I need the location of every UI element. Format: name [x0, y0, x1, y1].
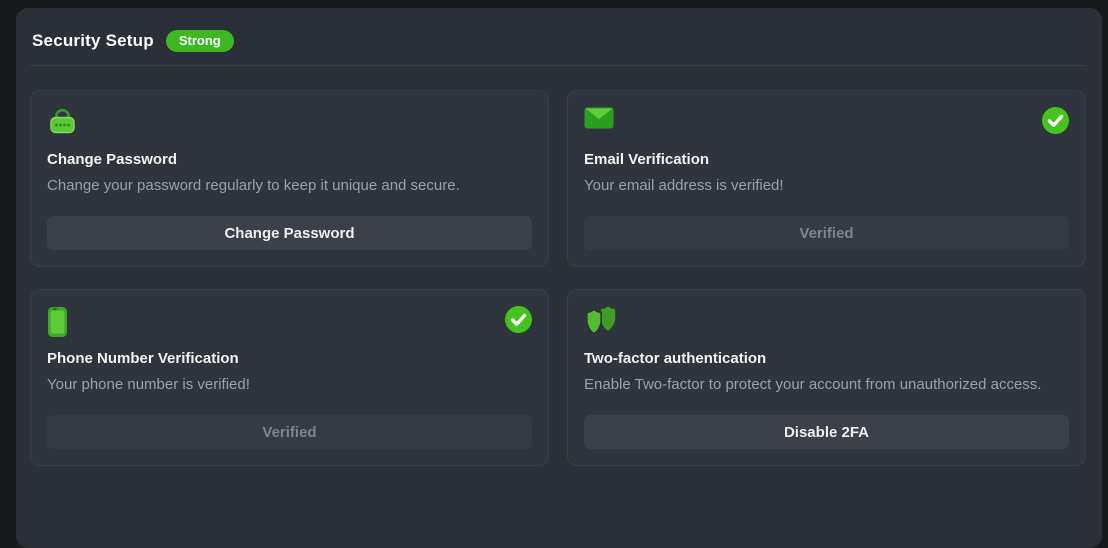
security-setup-panel: Security Setup Strong Change Passwor	[16, 8, 1102, 548]
shield-icon	[584, 306, 618, 336]
card-title: Two-factor authentication	[584, 350, 1069, 367]
card-description: Your email address is verified!	[584, 177, 1069, 194]
card-change-password: Change Password Change your password reg…	[30, 90, 549, 267]
card-title: Email Verification	[584, 151, 1069, 168]
security-cards-grid: Change Password Change your password reg…	[30, 90, 1086, 466]
card-description: Enable Two-factor to protect your accoun…	[584, 376, 1069, 393]
page-title: Security Setup	[32, 31, 154, 51]
lock-icon	[47, 107, 78, 135]
email-verified-button: Verified	[584, 216, 1069, 250]
card-description: Change your password regularly to keep i…	[47, 177, 532, 194]
verified-check-icon	[505, 306, 532, 333]
page-header: Security Setup Strong	[30, 30, 1086, 52]
card-two-factor: Two-factor authentication Enable Two-fac…	[567, 289, 1086, 466]
card-title: Phone Number Verification	[47, 350, 532, 367]
security-strength-badge: Strong	[166, 30, 234, 52]
card-email-verification: Email Verification Your email address is…	[567, 90, 1086, 267]
disable-2fa-button[interactable]: Disable 2FA	[584, 415, 1069, 449]
verified-check-icon	[1042, 107, 1069, 134]
envelope-icon	[584, 107, 614, 129]
card-title: Change Password	[47, 151, 532, 168]
card-phone-verification: Phone Number Verification Your phone num…	[30, 289, 549, 466]
phone-verified-button: Verified	[47, 415, 532, 449]
change-password-button[interactable]: Change Password	[47, 216, 532, 250]
phone-icon	[47, 306, 68, 338]
header-divider	[30, 65, 1086, 66]
card-description: Your phone number is verified!	[47, 376, 532, 393]
